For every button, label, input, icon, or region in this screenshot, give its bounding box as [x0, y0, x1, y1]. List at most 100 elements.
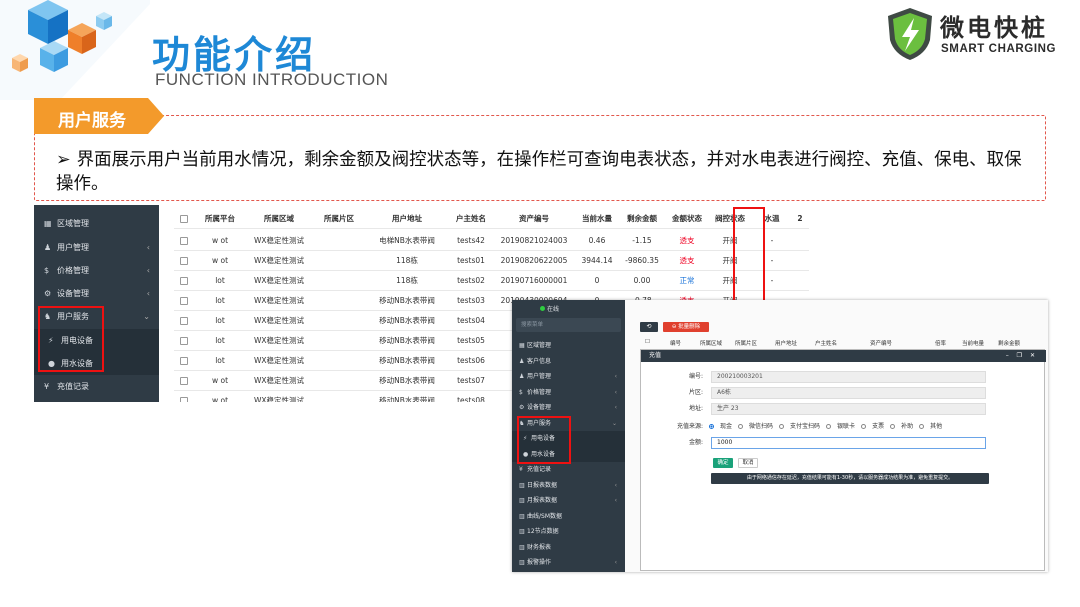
refresh-button[interactable]: ⟲ — [640, 322, 658, 332]
row-checkbox[interactable] — [174, 291, 194, 311]
sidebar-item[interactable]: $ 价格管理 ‹ — [512, 385, 625, 401]
row-checkbox[interactable] — [174, 371, 194, 391]
checkbox-icon[interactable] — [180, 337, 188, 345]
chevron-icon: ‹ — [614, 497, 617, 504]
chevron-icon: ‹ — [146, 243, 150, 252]
chart-icon: ▥ — [519, 528, 525, 535]
chevron-icon: ⌄ — [143, 312, 150, 321]
column-header: 当前水量 — [582, 214, 612, 223]
row-checkbox[interactable] — [174, 271, 194, 291]
field-label: 编号: — [688, 373, 703, 380]
table-cell: -1.15 — [632, 236, 652, 245]
sidebar-item[interactable]: ▦ 区域管理 — [34, 212, 159, 235]
sidebar-item[interactable]: ▥ 财务报表 — [512, 540, 625, 556]
field-label: 片区: — [688, 389, 703, 396]
checkbox-icon[interactable] — [180, 277, 188, 285]
sidebar-item-label: 充值记录 — [57, 382, 89, 391]
column-header: 当前电量 — [962, 341, 985, 347]
row-checkbox[interactable] — [174, 331, 194, 351]
brand-logo: 微电快桩 SMART CHARGING — [884, 6, 1066, 66]
table-cell: WX稳定性测试 — [253, 396, 305, 402]
radio-icon[interactable] — [826, 423, 832, 429]
source-radio[interactable]: 微信扫码 — [738, 423, 773, 430]
table-row[interactable]: w ot WX稳定性测试 电梯NB水表带阀 tests42 20190821024003… — [174, 231, 809, 251]
row-checkbox[interactable] — [174, 311, 194, 331]
sidebar-item[interactable]: ♟ 用户管理 ‹ — [34, 236, 159, 259]
sidebar-item[interactable]: ▥ 月报表数据 ‹ — [512, 493, 625, 509]
chart-icon: ▥ — [519, 543, 525, 551]
source-label: 充值来源: — [676, 423, 703, 430]
radio-icon[interactable] — [738, 423, 744, 429]
confirm-button[interactable]: 确定 — [713, 458, 733, 468]
table-cell: tests01 — [457, 256, 485, 265]
row-checkbox[interactable] — [174, 251, 194, 271]
decorative-cubes-logo — [0, 0, 150, 100]
chevron-icon: ‹ — [146, 266, 150, 275]
table-cell: 118栋 — [396, 276, 418, 285]
sidebar-item[interactable]: ▥ 日报表数据 ‹ — [512, 478, 625, 494]
batch-delete-button[interactable]: ⊖ 批量删除 — [663, 322, 709, 332]
source-row: 充值来源: 现金 微信扫码 支付宝扫码 银联卡 支票 补助 其他 — [641, 420, 1046, 434]
radio-icon[interactable] — [861, 423, 867, 429]
checkbox-icon[interactable] — [180, 237, 188, 245]
source-radio[interactable]: 银联卡 — [826, 423, 855, 430]
source-radio[interactable]: 补助 — [890, 423, 913, 430]
checkbox-icon[interactable]: ☐ — [645, 339, 650, 345]
table-row[interactable]: w ot WX稳定性测试 118栋 tests01 20190820622005 3944… — [174, 251, 809, 271]
sidebar-item[interactable]: $ 价格管理 ‹ — [34, 259, 159, 282]
checkbox-icon[interactable] — [180, 357, 188, 365]
yen-icon: ¥ — [519, 466, 523, 473]
radio-icon[interactable] — [890, 423, 896, 429]
radio-icon[interactable] — [919, 423, 925, 429]
sidebar-item[interactable]: ⚙ 设备管理 ‹ — [34, 282, 159, 305]
table-cell: lot — [215, 316, 225, 325]
table-cell: tests42 — [457, 236, 485, 245]
radio-icon[interactable] — [709, 423, 714, 429]
column-header: 所属区域 — [264, 214, 294, 223]
column-header: 所属片区 — [735, 341, 758, 347]
price-icon: $ — [44, 266, 50, 275]
table-row[interactable]: lot WX稳定性测试 118栋 tests02 20190716000001 0 0.00… — [174, 271, 809, 291]
table-cell: WX稳定性测试 — [253, 376, 305, 385]
source-label: 微信扫码 — [749, 423, 774, 430]
select-all-checkbox[interactable] — [174, 209, 194, 229]
field-label: 地址: — [688, 405, 703, 412]
sidebar-item[interactable]: ♟ 用户管理 ‹ — [512, 369, 625, 385]
sidebar-item[interactable]: ¥ 充值记录 — [512, 462, 625, 478]
sidebar-item[interactable]: ¥ 充值记录 — [34, 375, 159, 398]
source-radio[interactable]: 支付宝扫码 — [779, 423, 820, 430]
source-radio[interactable]: 其他 — [919, 423, 942, 430]
sidebar-item-label: 充值记录 — [527, 466, 552, 473]
column-header: 资产编号 — [519, 214, 549, 223]
checkbox-icon[interactable] — [180, 377, 188, 385]
chevron-icon: ‹ — [614, 388, 617, 396]
source-radio[interactable]: 支票 — [861, 423, 884, 430]
dialog-window-controls[interactable]: – ❐ ✕ — [1006, 350, 1038, 362]
checkbox-icon[interactable] — [180, 257, 188, 265]
sidebar-item[interactable]: ▥ 曲线/SM数据 — [512, 509, 625, 525]
cancel-button[interactable]: 取消 — [738, 458, 758, 468]
table-cell — [314, 231, 364, 251]
row-checkbox[interactable] — [174, 231, 194, 251]
sidebar-item[interactable]: ⚙ 设备管理 ‹ — [512, 400, 625, 416]
source-radio[interactable]: 现金 — [709, 423, 732, 430]
sidebar-item[interactable]: ▥ 12节点数据 — [512, 524, 625, 540]
amount-input[interactable]: 1000 — [711, 437, 986, 449]
home-icon: ▦ — [44, 219, 52, 228]
checkbox-icon[interactable] — [180, 397, 188, 402]
row-checkbox[interactable] — [174, 351, 194, 371]
radio-icon[interactable] — [779, 423, 785, 429]
table-cell — [314, 391, 364, 402]
checkbox-icon[interactable] — [180, 317, 188, 325]
menu-search-input[interactable]: 搜索菜单 — [516, 318, 621, 332]
sidebar-item[interactable]: ♟ 客户信息 — [512, 354, 625, 370]
row-checkbox[interactable] — [174, 391, 194, 402]
checkbox-icon[interactable] — [180, 297, 188, 305]
table-cell: 0 — [594, 276, 600, 285]
table-cell: 电梯NB水表带阀 — [379, 236, 435, 245]
checkbox-icon[interactable] — [180, 215, 188, 223]
sidebar-item[interactable]: ▦ 区域管理 — [512, 338, 625, 354]
table-cell: w ot — [211, 236, 229, 245]
sidebar-item[interactable]: ▥ 报警操作 ‹ — [512, 555, 625, 571]
column-header: 用户地址 — [775, 341, 798, 347]
